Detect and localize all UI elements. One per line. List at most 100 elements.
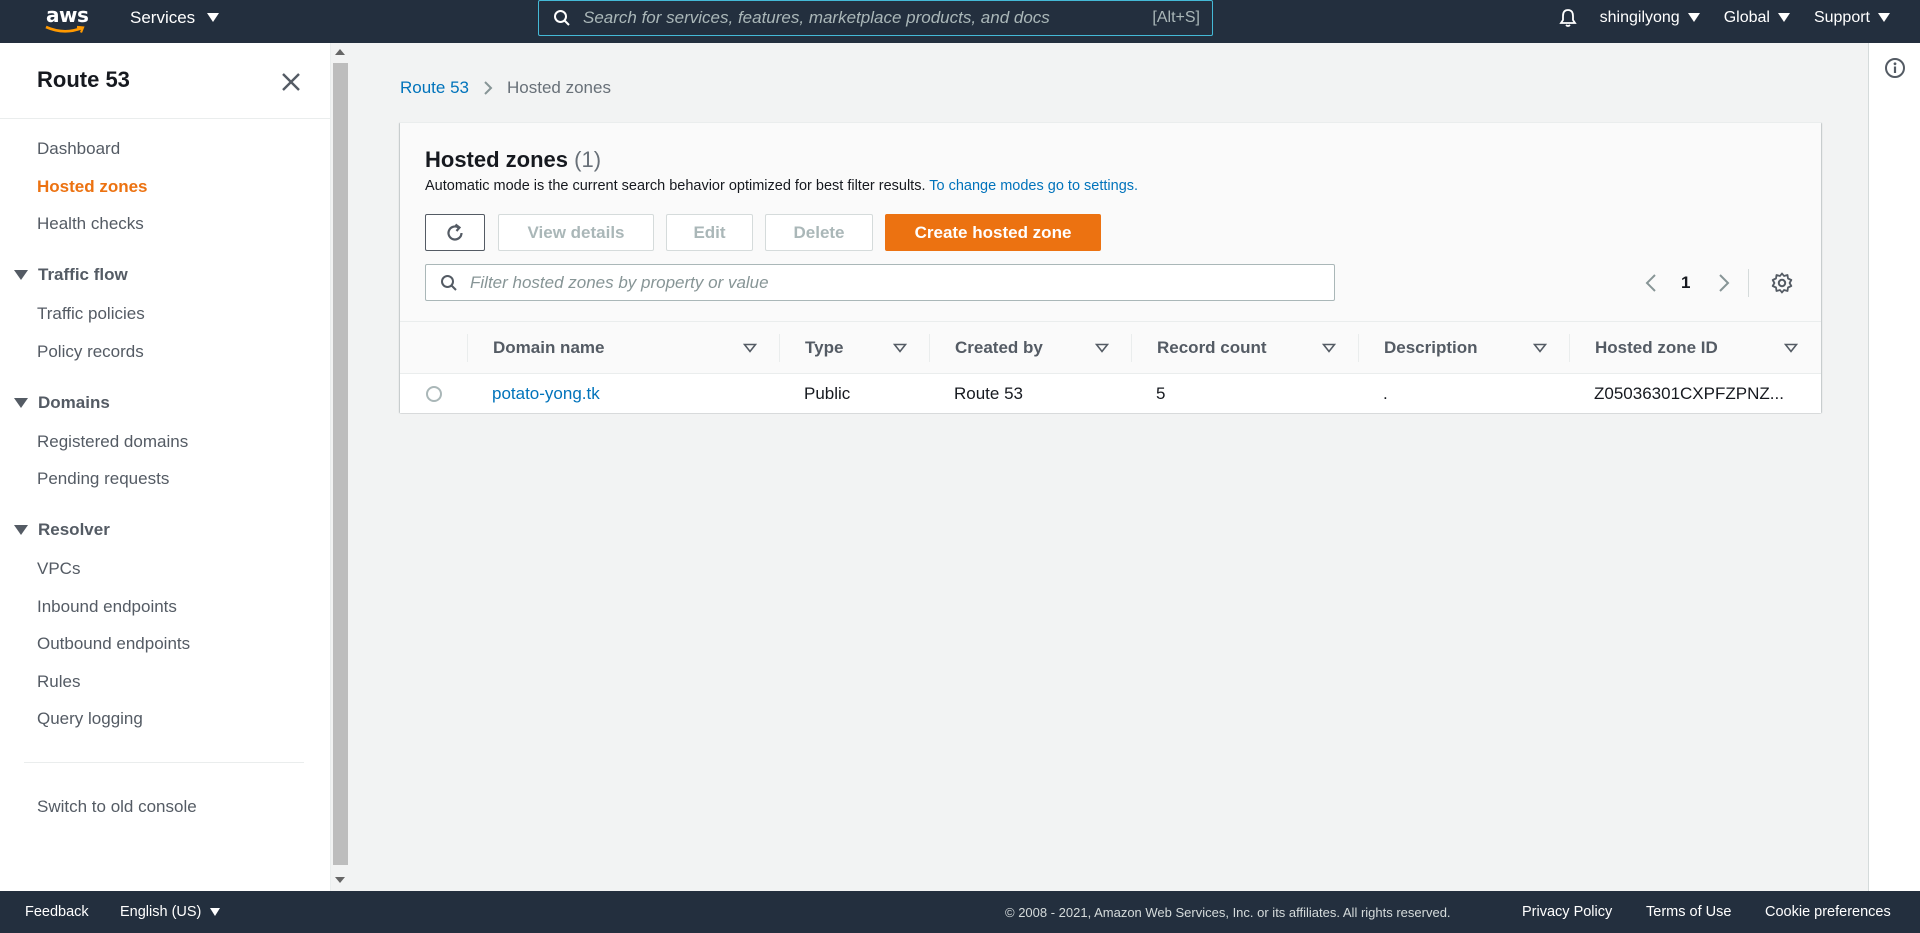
caret-down-icon: [14, 270, 28, 280]
global-search[interactable]: [Alt+S]: [538, 0, 1213, 36]
sidebar-section-domains[interactable]: Domains: [14, 393, 110, 413]
sidenav-scrollbar[interactable]: [330, 43, 350, 891]
top-navigation: aws Services [Alt+S] shingilyong Global: [0, 0, 1920, 43]
edit-button[interactable]: Edit: [666, 214, 753, 251]
refresh-button[interactable]: [425, 214, 485, 251]
column-divider: [1569, 334, 1570, 362]
sidebar-item-traffic-policies[interactable]: Traffic policies: [37, 304, 145, 324]
column-divider: [929, 334, 930, 362]
services-menu[interactable]: Services: [130, 0, 220, 35]
panel-description-text: Automatic mode is the current search beh…: [425, 178, 926, 194]
sidebar-item-vpcs[interactable]: VPCs: [37, 559, 80, 579]
chevron-right-icon[interactable]: [1717, 272, 1731, 294]
services-label: Services: [130, 7, 196, 27]
sort-icon[interactable]: [1784, 343, 1798, 353]
row-select-radio[interactable]: [426, 386, 442, 402]
create-hosted-zone-button[interactable]: Create hosted zone: [885, 214, 1101, 251]
notifications-button[interactable]: [1558, 8, 1578, 28]
sidebar-item-hosted-zones[interactable]: Hosted zones: [37, 177, 148, 197]
column-divider: [779, 334, 780, 362]
filter-box[interactable]: [425, 264, 1335, 301]
divider: [1748, 269, 1749, 297]
table-row[interactable]: potato-yong.tk Public Route 53 5 . Z0503…: [400, 374, 1821, 413]
global-search-input[interactable]: [583, 8, 1153, 28]
language-selector[interactable]: English (US): [120, 904, 221, 920]
refresh-icon: [447, 223, 463, 241]
page-number[interactable]: 1: [1681, 273, 1690, 293]
section-label: Traffic flow: [38, 265, 128, 284]
divider: [24, 762, 304, 763]
cookie-preferences-link[interactable]: Cookie preferences: [1765, 904, 1891, 920]
divider: [0, 118, 330, 119]
panel-title-count: (1): [574, 147, 602, 172]
info-icon[interactable]: [1884, 57, 1906, 79]
region-menu[interactable]: Global: [1724, 9, 1790, 27]
close-icon[interactable]: [280, 71, 302, 93]
column-header-domain-name[interactable]: Domain name: [493, 322, 604, 373]
breadcrumb-current: Hosted zones: [507, 78, 611, 97]
section-label: Domains: [38, 393, 110, 412]
aws-smile-icon: [45, 25, 85, 33]
cell-created-by: Route 53: [954, 384, 1023, 403]
sidebar-item-inbound-endpoints[interactable]: Inbound endpoints: [37, 597, 177, 617]
sort-icon[interactable]: [893, 343, 907, 353]
side-navigation: Route 53 Dashboard Hosted zones Health c…: [0, 43, 330, 891]
view-details-button[interactable]: View details: [498, 214, 654, 251]
bell-icon: [1558, 8, 1577, 27]
sidebar-item-registered-domains[interactable]: Registered domains: [37, 432, 188, 452]
column-header-record-count[interactable]: Record count: [1157, 322, 1267, 373]
scrollbar-thumb[interactable]: [333, 63, 348, 865]
sidebar-item-health-checks[interactable]: Health checks: [37, 214, 144, 234]
support-menu[interactable]: Support: [1814, 9, 1890, 27]
domain-name-link[interactable]: potato-yong.tk: [492, 384, 600, 404]
column-divider: [467, 334, 468, 362]
cell-hosted-zone-id: Z05036301CXPFZPNZ...: [1594, 384, 1784, 403]
panel-title: Hosted zones (1): [425, 147, 601, 173]
column-header-hosted-zone-id[interactable]: Hosted zone ID: [1595, 322, 1718, 373]
sort-icon[interactable]: [1095, 343, 1109, 353]
caret-down-icon: [1878, 13, 1890, 22]
table-header: Domain name Type Created by Record count…: [400, 321, 1821, 374]
breadcrumb-route53-link[interactable]: Route 53: [400, 78, 469, 98]
scroll-up-arrow-icon[interactable]: [335, 49, 345, 55]
footer: Feedback English (US) © 2008 - 2021, Ama…: [0, 891, 1920, 933]
delete-button[interactable]: Delete: [765, 214, 873, 251]
switch-old-console-link[interactable]: Switch to old console: [37, 797, 197, 817]
sidebar-section-resolver[interactable]: Resolver: [14, 520, 110, 540]
caret-down-icon: [1777, 13, 1790, 22]
sidebar-section-traffic-flow[interactable]: Traffic flow: [14, 265, 128, 285]
sidebar-item-outbound-endpoints[interactable]: Outbound endpoints: [37, 634, 190, 654]
terms-of-use-link[interactable]: Terms of Use: [1646, 904, 1731, 920]
tools-panel: [1868, 43, 1920, 891]
gear-icon[interactable]: [1771, 272, 1793, 294]
search-shortcut: [Alt+S]: [1152, 9, 1200, 26]
feedback-link[interactable]: Feedback: [25, 904, 89, 920]
filter-input[interactable]: [470, 272, 1334, 293]
panel-title-text: Hosted zones: [425, 147, 569, 172]
sidebar-item-pending-requests[interactable]: Pending requests: [37, 469, 169, 489]
sidebar-item-query-logging[interactable]: Query logging: [37, 709, 143, 729]
sidebar-item-dashboard[interactable]: Dashboard: [37, 139, 120, 159]
caret-down-icon: [14, 398, 28, 408]
column-header-created-by[interactable]: Created by: [955, 322, 1043, 373]
privacy-policy-link[interactable]: Privacy Policy: [1522, 904, 1612, 920]
sort-icon[interactable]: [1533, 343, 1547, 353]
settings-link[interactable]: To change modes go to settings.: [929, 178, 1138, 194]
chevron-left-icon[interactable]: [1644, 272, 1658, 294]
cell-description: .: [1383, 384, 1388, 403]
sidebar-item-policy-records[interactable]: Policy records: [37, 342, 144, 362]
section-label: Resolver: [38, 520, 110, 539]
caret-down-icon: [207, 13, 220, 22]
sort-icon[interactable]: [1322, 343, 1336, 353]
sidebar-item-rules[interactable]: Rules: [37, 672, 80, 692]
language-label: English (US): [120, 904, 202, 920]
column-header-type[interactable]: Type: [805, 322, 843, 373]
account-menu[interactable]: shingilyong: [1600, 9, 1700, 27]
cell-record-count: 5: [1156, 384, 1166, 403]
sort-icon[interactable]: [743, 343, 757, 353]
chevron-right-icon: [484, 81, 493, 95]
scroll-down-arrow-icon[interactable]: [335, 877, 345, 883]
top-right-menu: shingilyong Global Support: [1558, 0, 1920, 35]
aws-logo[interactable]: aws: [44, 3, 90, 37]
column-header-description[interactable]: Description: [1384, 322, 1478, 373]
